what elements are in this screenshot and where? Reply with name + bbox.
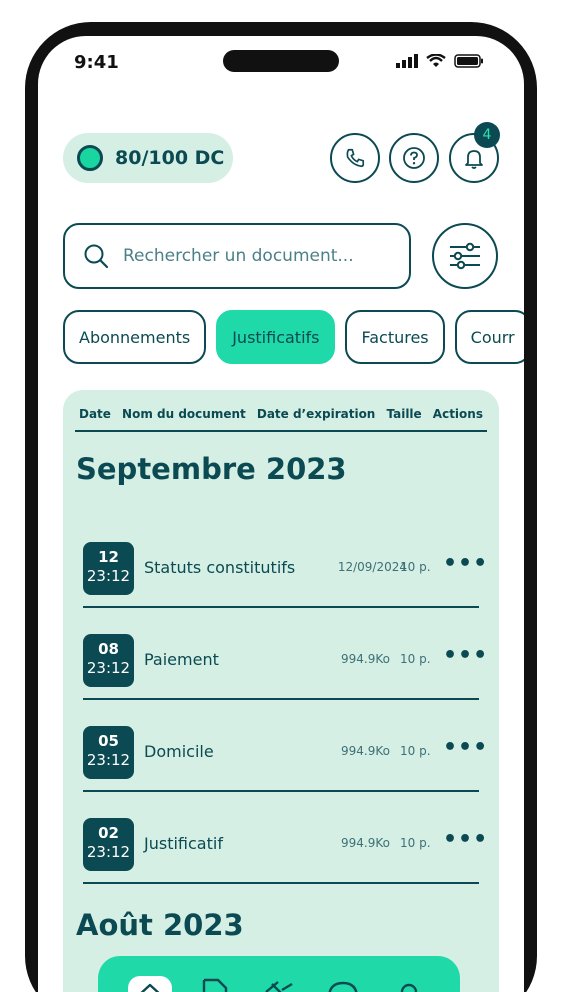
date-badge: 12 23:12 [83,542,134,595]
document-size: 10 p. [400,560,431,574]
date-badge: 05 23:12 [83,726,134,779]
help-icon [403,147,425,169]
score-label: 80/100 DC [115,147,225,169]
date-time: 23:12 [86,567,131,585]
date-day: 12 [98,548,119,566]
column-actions: Actions [432,407,483,421]
phone-button[interactable] [330,133,380,183]
document-icon[interactable] [200,978,230,992]
phone-icon [346,148,365,168]
document-name: Paiement [144,650,219,669]
document-size: 10 p. [400,744,431,758]
bell-icon [465,150,483,169]
documents-panel: Date Nom du document Date d’expiration T… [63,390,499,992]
battery-icon [454,54,483,68]
document-row[interactable]: 12 23:12 Statuts constitutifs 12/09/2024… [83,516,487,608]
chat-icon[interactable] [326,980,360,992]
signal-icon [396,54,418,68]
score-badge[interactable]: 80/100 DC [63,133,233,183]
help-button[interactable] [389,133,439,183]
date-time: 23:12 [86,751,131,769]
document-name: Statuts constitutifs [144,558,296,577]
dynamic-island [223,50,339,72]
document-file-size: 994.9Ko [341,744,390,758]
nav-home-button[interactable] [128,976,172,992]
category-tabs: Abonnements Justificatifs Factures Courr [63,310,524,364]
more-actions-button[interactable]: ••• [443,643,488,668]
score-indicator-icon [77,145,103,171]
date-time: 23:12 [86,843,131,861]
search-input[interactable]: Rechercher un document... [63,223,411,289]
filter-sliders-icon [450,242,480,270]
search-placeholder: Rechercher un document... [123,246,354,266]
document-row[interactable]: 05 23:12 Domicile 994.9Ko 10 p. ••• [83,700,487,792]
bottom-navigation [98,956,460,992]
date-badge: 02 23:12 [83,818,134,871]
tab-abonnements[interactable]: Abonnements [63,310,207,364]
tab-factures[interactable]: Factures [345,310,445,364]
home-icon [140,983,160,992]
more-actions-button[interactable]: ••• [443,735,488,760]
profile-icon[interactable] [394,980,424,992]
date-day: 08 [98,640,119,658]
more-actions-button[interactable]: ••• [443,551,488,576]
month-heading: Août 2023 [76,908,244,942]
wifi-icon [426,54,446,67]
document-row[interactable]: 08 23:12 Paiement 994.9Ko 10 p. ••• [83,608,487,700]
filter-button[interactable] [432,223,498,289]
status-icons [396,54,484,68]
document-size: 10 p. [400,652,431,666]
month-heading: Septembre 2023 [76,452,347,486]
document-expiration: 12/09/2024 [337,560,407,574]
tools-icon[interactable] [262,980,296,992]
document-size: 10 p. [400,836,431,850]
document-row[interactable]: 02 23:12 Justificatif 994.9Ko 10 p. ••• [83,792,487,884]
status-time: 9:41 [74,52,119,73]
search-icon [84,244,109,269]
notification-count-badge: 4 [474,122,500,148]
screen: 9:41 80/100 DC 4 Rechercher un document.… [38,36,524,992]
column-name[interactable]: Nom du document [122,407,246,421]
date-badge: 08 23:12 [83,634,134,687]
date-day: 02 [98,824,119,842]
date-time: 23:12 [86,659,131,677]
column-size[interactable]: Taille [386,407,421,421]
document-name: Domicile [144,742,214,761]
tab-justificatifs[interactable]: Justificatifs [216,310,336,364]
document-file-size: 994.9Ko [341,836,390,850]
more-actions-button[interactable]: ••• [443,827,488,852]
tab-courriers[interactable]: Courr [454,310,524,364]
table-header: Date Nom du document Date d’expiration T… [75,404,487,432]
column-expiration[interactable]: Date d’expiration [257,407,376,421]
document-name: Justificatif [144,834,223,853]
column-date[interactable]: Date [79,407,111,421]
document-file-size: 994.9Ko [341,652,390,666]
date-day: 05 [98,732,119,750]
